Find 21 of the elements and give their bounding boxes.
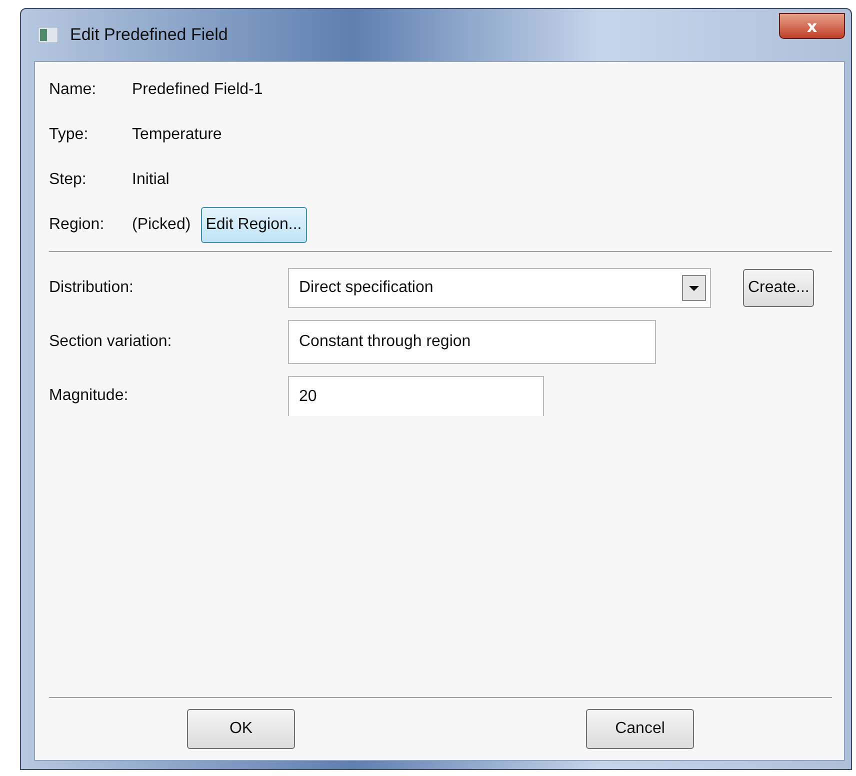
window-title: Edit Predefined Field xyxy=(70,25,228,45)
field-label: Type: xyxy=(49,126,90,144)
field-label: Distribution: xyxy=(49,279,134,297)
field-value: Initial xyxy=(132,171,170,189)
field-label: Region: xyxy=(49,216,106,234)
create-button[interactable]: Create... xyxy=(743,269,814,307)
field-label: Name: xyxy=(49,81,98,99)
field-value: Temperature xyxy=(132,126,222,144)
dialog-button[interactable]: OK xyxy=(187,709,295,749)
field-label: Section variation: xyxy=(49,333,173,351)
field-label: Magnitude: xyxy=(49,387,130,405)
distribution-dropdown[interactable]: Direct specification xyxy=(288,268,711,308)
field-value: (Picked) xyxy=(132,216,191,234)
edit-region-button[interactable]: Edit Region... xyxy=(200,207,307,243)
text-field[interactable]: Constant through region xyxy=(288,320,656,364)
close-button[interactable]: x xyxy=(779,13,845,39)
text-field[interactable]: 20 xyxy=(288,376,544,416)
dialog-button[interactable]: Cancel xyxy=(586,709,694,749)
field-label: Step: xyxy=(49,171,88,189)
window-icon xyxy=(38,27,58,43)
field-value: Predefined Field-1 xyxy=(132,81,263,99)
